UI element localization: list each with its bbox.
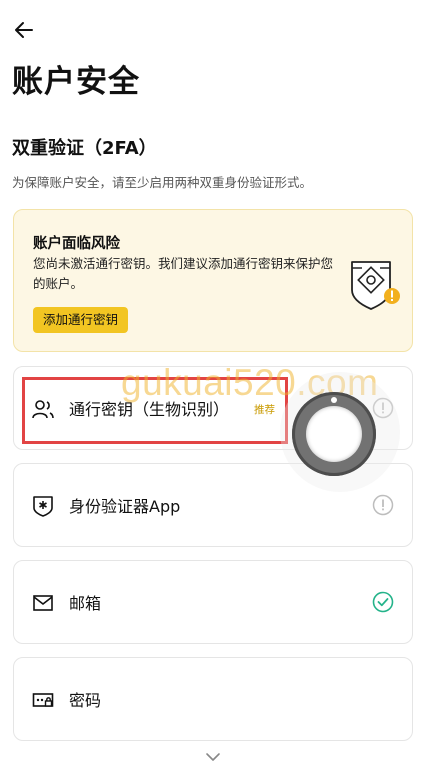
- ring-dot: [331, 397, 337, 403]
- shield-warning-icon: [351, 261, 400, 310]
- email-label: 邮箱: [69, 594, 102, 613]
- back-arrow-icon[interactable]: [10, 16, 38, 44]
- ring-inner: [306, 406, 362, 462]
- risk-text: 您尚未激活通行密钥。我们建议添加通行密钥来保护您的账户。: [33, 256, 334, 291]
- chevron-down-icon[interactable]: [204, 750, 222, 764]
- password-method-card[interactable]: 密码: [13, 657, 413, 741]
- section-heading: 双重验证（2FA）: [12, 138, 157, 159]
- check-circle-icon: [372, 591, 394, 613]
- warning-circle-icon: [372, 494, 394, 516]
- mail-icon: [33, 595, 53, 611]
- authenticator-label: 身份验证器App: [69, 497, 181, 516]
- risk-title: 账户面临风险: [33, 236, 120, 252]
- authenticator-shield-icon: [33, 496, 53, 517]
- email-method-card[interactable]: 邮箱: [13, 560, 413, 644]
- password-label: 密码: [69, 691, 102, 710]
- risk-warning-card: 账户面临风险 您尚未激活通行密钥。我们建议添加通行密钥来保护您的账户。 添加通行…: [13, 209, 413, 352]
- password-lock-icon: [32, 693, 54, 707]
- page-title: 账户安全: [12, 64, 140, 100]
- add-passkey-button[interactable]: 添加通行密钥: [33, 307, 129, 333]
- floating-assistive-button[interactable]: [292, 392, 376, 476]
- section-description: 为保障账户安全，请至少启用两种双重身份验证形式。: [12, 175, 313, 190]
